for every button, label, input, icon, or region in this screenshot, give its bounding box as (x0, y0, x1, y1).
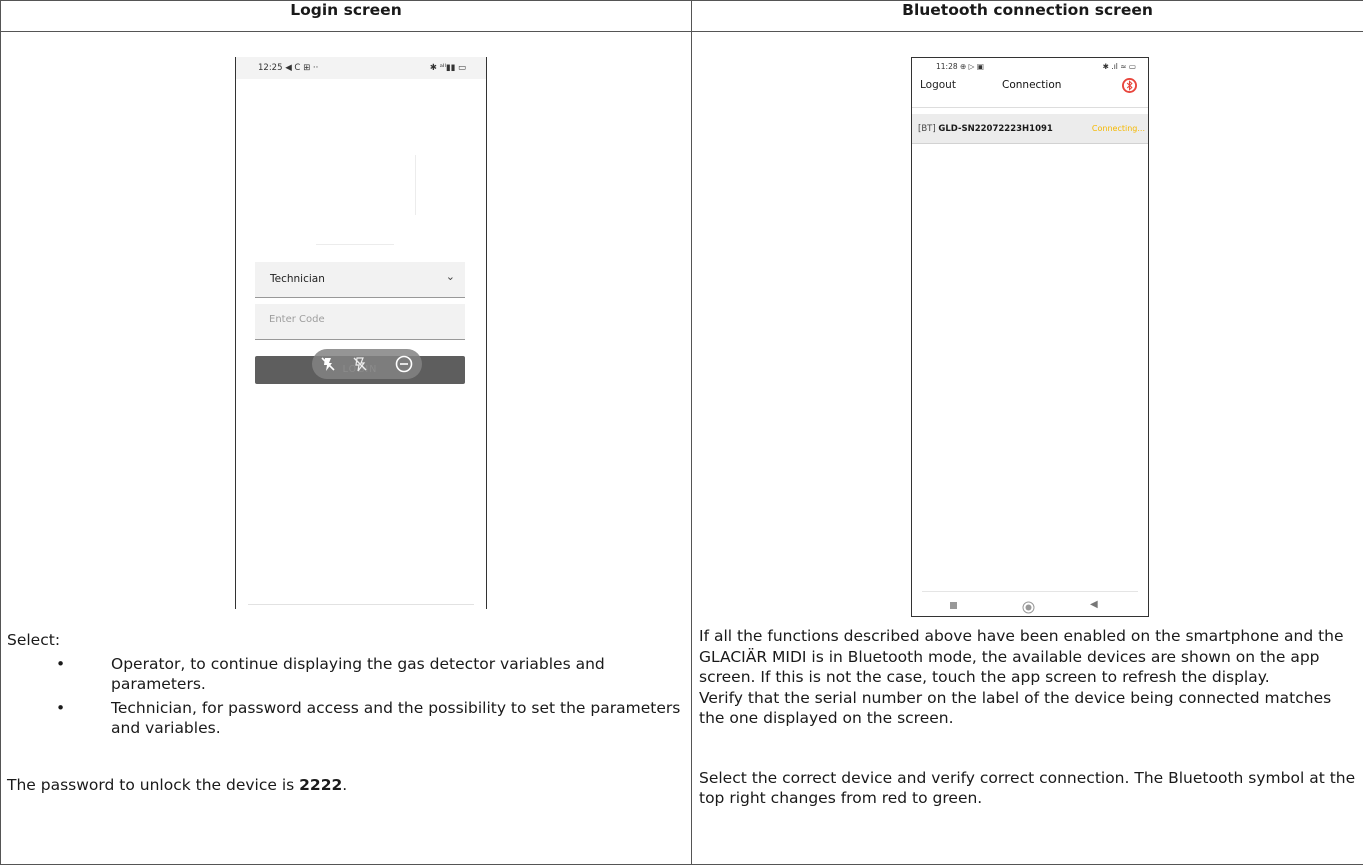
logo-placeholder-underline (316, 244, 394, 245)
role-select-value: Technician (270, 273, 325, 285)
status-bar: 11:28 ⊕ ▷ ▣ ✱ .ıl ≈ ▭ (912, 58, 1148, 74)
back-icon[interactable]: ◀ (1090, 599, 1098, 610)
nav-divider (248, 604, 474, 605)
status-icons: ✱ ᵃᴵˡ▮▮ ▭ (429, 63, 466, 73)
instruction-para-1: If all the functions described above hav… (699, 627, 1344, 686)
login-phone-screenshot: 12:25 ◀ C ⊞ ·· ✱ ᵃᴵˡ▮▮ ▭ Technician ⌄ LO… (235, 57, 487, 609)
torch-off-icon[interactable] (350, 354, 370, 374)
code-field-wrap (255, 304, 465, 340)
password-value: 2222 (299, 775, 343, 794)
bluetooth-status-icon[interactable] (1121, 77, 1138, 94)
flash-off-icon[interactable] (318, 354, 338, 374)
chevron-down-icon: ⌄ (445, 270, 455, 283)
role-select[interactable]: Technician ⌄ (255, 262, 465, 298)
status-icons: ✱ .ıl ≈ ▭ (1102, 62, 1136, 71)
bluetooth-instructions: If all the functions described above hav… (699, 626, 1359, 809)
minus-circle-icon[interactable] (394, 354, 414, 374)
login-instructions: Select: • Operator, to continue displayi… (7, 630, 687, 795)
page-title: Connection (1002, 79, 1062, 91)
header-divider (912, 107, 1148, 108)
device-name: GLD-SN22072223H1091 (938, 124, 1053, 134)
logo-placeholder-line (415, 155, 416, 215)
password-prefix: The password to unlock the device is (7, 775, 300, 794)
bullet-technician: • Technician, for password access and th… (7, 698, 687, 739)
bullet-dot: • (56, 654, 66, 673)
login-cell: 12:25 ◀ C ⊞ ·· ✱ ᵃᴵˡ▮▮ ▭ Technician ⌄ LO… (0, 31, 692, 865)
column-header-login: Login screen (0, 0, 692, 32)
device-label: [BT] GLD-SN22072223H1091 (918, 124, 1053, 134)
instruction-para-2: Verify that the serial number on the lab… (699, 688, 1332, 728)
bullet-operator: • Operator, to continue displaying the g… (7, 654, 687, 695)
column-header-bluetooth: Bluetooth connection screen (691, 0, 1363, 32)
logout-button[interactable]: Logout (920, 79, 956, 91)
nav-divider (922, 591, 1138, 592)
password-note: The password to unlock the device is 222… (7, 775, 687, 796)
floating-controls-overlay (312, 349, 422, 379)
document-table: Login screen Bluetooth connection screen… (0, 0, 1363, 865)
app-header: Logout Connection (912, 74, 1148, 102)
bullet-technician-text: Technician, for password access and the … (111, 698, 681, 738)
instruction-para-3: Select the correct device and verify cor… (699, 768, 1356, 808)
bluetooth-cell: 11:28 ⊕ ▷ ▣ ✱ .ıl ≈ ▭ Logout Connection … (691, 31, 1363, 865)
status-time: 12:25 ◀ C ⊞ ·· (258, 63, 319, 73)
recents-icon[interactable] (950, 602, 957, 609)
connection-phone-screenshot: 11:28 ⊕ ▷ ▣ ✱ .ıl ≈ ▭ Logout Connection … (911, 57, 1149, 617)
device-prefix: [BT] (918, 124, 936, 134)
system-nav-bar: ◀ (912, 596, 1148, 616)
home-icon[interactable] (1022, 599, 1035, 614)
device-list-item[interactable]: [BT] GLD-SN22072223H1091 Connecting... (912, 114, 1148, 144)
password-suffix: . (342, 775, 348, 794)
select-label: Select: (7, 631, 61, 649)
bullet-dot: • (56, 698, 66, 717)
bullet-operator-text: Operator, to continue displaying the gas… (111, 654, 605, 694)
status-bar: 12:25 ◀ C ⊞ ·· ✱ ᵃᴵˡ▮▮ ▭ (236, 57, 486, 79)
code-input[interactable] (267, 313, 451, 326)
device-status: Connecting... (1091, 124, 1145, 133)
status-time: 11:28 ⊕ ▷ ▣ (936, 62, 984, 71)
